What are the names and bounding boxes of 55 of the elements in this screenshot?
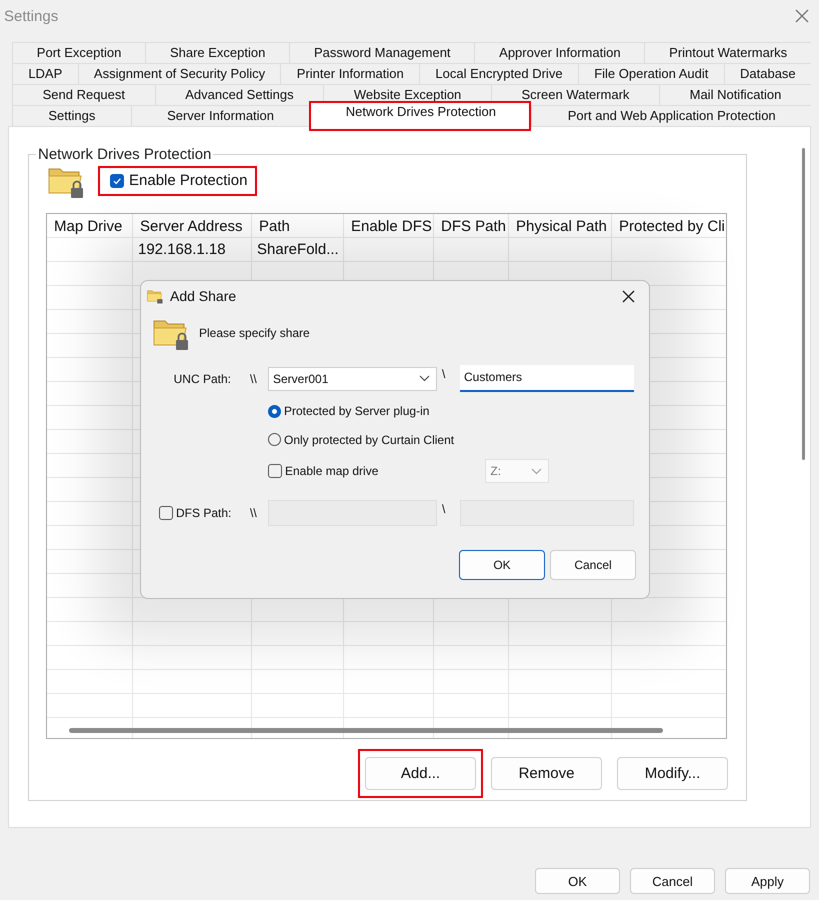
path-separator: \ [441, 366, 446, 381]
tab[interactable]: File Operation Audit [578, 63, 724, 84]
column-header[interactable]: Physical Path [509, 214, 611, 238]
dialog-title: Add Share [170, 288, 238, 304]
close-icon[interactable] [622, 290, 635, 302]
unc-prefix: \\ [249, 372, 258, 386]
tab[interactable]: Server Information [130, 105, 310, 126]
dfs-prefix: \\ [249, 506, 258, 520]
table-cell-text: 192.168.1.18 [137, 240, 227, 260]
tab[interactable]: Local Encrypted Drive [419, 63, 578, 84]
column-header[interactable]: Protected by Cli [612, 214, 726, 238]
tab[interactable]: Mail Notification [659, 84, 811, 105]
tab[interactable]: Database [724, 63, 811, 84]
scrollbar-thumb[interactable] [802, 148, 805, 460]
radio-option[interactable]: Only protected by Curtain Client [268, 432, 454, 446]
footer-button[interactable]: OK [535, 868, 620, 894]
column-header[interactable]: Enable DFS [344, 214, 433, 238]
tab[interactable]: Send Request [12, 84, 155, 105]
server-dropdown[interactable]: Server001 [268, 366, 437, 390]
tab[interactable]: Share Exception [145, 42, 290, 63]
column-header[interactable]: Map Drive [47, 214, 132, 238]
tab[interactable]: Password Management [289, 42, 474, 63]
footer-button[interactable]: Apply [725, 868, 810, 894]
action-button[interactable]: Add... [365, 757, 476, 790]
tab[interactable]: Assignment of Security Policy [78, 63, 280, 84]
window-title: Settings [4, 8, 58, 24]
tab[interactable]: Printout Watermarks [644, 42, 811, 63]
chevron-down-icon [531, 468, 542, 474]
enable-protection-checkbox[interactable]: Enable Protection [98, 166, 258, 196]
group-title: Network Drives Protection [37, 146, 212, 163]
tab[interactable]: Approver Information [474, 42, 644, 63]
share-input-field[interactable]: Customers [460, 365, 634, 392]
chevron-down-icon [419, 375, 430, 382]
tab[interactable]: Printer Information [280, 63, 420, 84]
prompt-text: Please specify share [199, 326, 310, 340]
action-button[interactable]: Modify... [617, 757, 728, 790]
table-cell-text: ShareFold... [256, 240, 340, 260]
tab[interactable]: LDAP [12, 63, 78, 84]
unc-path-label: UNC Path: [172, 372, 232, 386]
tab[interactable]: Network Drives Protection [309, 101, 532, 131]
dialog-button[interactable]: OK [459, 550, 545, 580]
tab[interactable]: Settings [12, 105, 131, 126]
dialog-button[interactable]: Cancel [550, 550, 636, 580]
path-separator: \ [441, 501, 446, 516]
footer-button[interactable]: Cancel [630, 868, 715, 894]
column-header[interactable]: Server Address [133, 214, 251, 238]
tab[interactable]: Port Exception [12, 42, 146, 63]
radio-option[interactable]: Protected by Server plug-in [268, 404, 430, 418]
check-icon [112, 176, 122, 186]
scrollbar-thumb[interactable] [69, 728, 663, 733]
column-header[interactable]: Path [252, 214, 343, 238]
action-button[interactable]: Remove [491, 757, 602, 790]
tab[interactable]: Port and Web Application Protection [531, 105, 812, 126]
tab[interactable]: Advanced Settings [154, 84, 324, 105]
column-header[interactable]: DFS Path [434, 214, 508, 238]
